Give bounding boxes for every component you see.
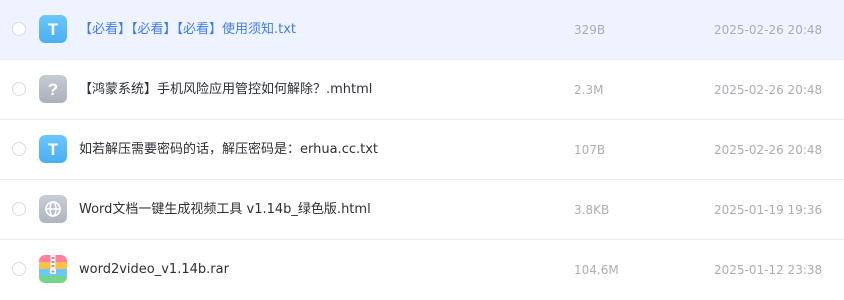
file-size: 3.8KB xyxy=(574,203,610,217)
file-name[interactable]: 【鸿蒙系统】手机风险应用管控如何解除？.mhtml xyxy=(79,80,372,100)
row-checkbox[interactable] xyxy=(12,82,26,96)
file-date: 2025-01-12 23:38 xyxy=(714,263,823,277)
file-date: 2025-02-26 20:48 xyxy=(714,83,823,97)
file-list: T 【必看】【必看】【必看】使用须知.txt 329B 2025-02-26 2… xyxy=(0,0,844,300)
row-checkbox[interactable] xyxy=(12,22,26,36)
row-checkbox[interactable] xyxy=(12,262,26,276)
web-file-icon xyxy=(39,195,67,223)
row-checkbox[interactable] xyxy=(12,202,26,216)
archive-file-icon xyxy=(39,255,67,283)
text-icon-glyph: T xyxy=(48,20,59,39)
text-file-icon: T xyxy=(39,135,67,163)
text-icon-glyph: T xyxy=(48,140,59,159)
file-size: 107B xyxy=(574,143,606,157)
file-name[interactable]: word2video_v1.14b.rar xyxy=(79,260,229,280)
unknown-file-icon: ? xyxy=(39,75,67,103)
file-row[interactable]: word2video_v1.14b.rar 104.6M 2025-01-12 … xyxy=(0,240,844,300)
file-name[interactable]: 【必看】【必看】【必看】使用须知.txt xyxy=(79,20,296,40)
file-name[interactable]: Word文档一键生成视频工具 v1.14b_绿色版.html xyxy=(79,200,371,220)
row-checkbox[interactable] xyxy=(12,142,26,156)
file-row[interactable]: Word文档一键生成视频工具 v1.14b_绿色版.html 3.8KB 202… xyxy=(0,180,844,240)
unknown-icon-glyph: ? xyxy=(48,80,58,99)
file-date: 2025-01-19 19:36 xyxy=(714,203,823,217)
file-size: 104.6M xyxy=(574,263,619,277)
file-size: 2.3M xyxy=(574,83,604,97)
file-row[interactable]: ? 【鸿蒙系统】手机风险应用管控如何解除？.mhtml 2.3M 2025-02… xyxy=(0,60,844,120)
file-size: 329B xyxy=(574,23,606,37)
text-file-icon: T xyxy=(39,15,67,43)
file-date: 2025-02-26 20:48 xyxy=(714,23,823,37)
file-row[interactable]: T 如若解压需要密码的话，解压密码是：erhua.cc.txt 107B 202… xyxy=(0,120,844,180)
file-row[interactable]: T 【必看】【必看】【必看】使用须知.txt 329B 2025-02-26 2… xyxy=(0,0,844,60)
file-date: 2025-02-26 20:48 xyxy=(714,143,823,157)
file-name[interactable]: 如若解压需要密码的话，解压密码是：erhua.cc.txt xyxy=(79,140,378,160)
